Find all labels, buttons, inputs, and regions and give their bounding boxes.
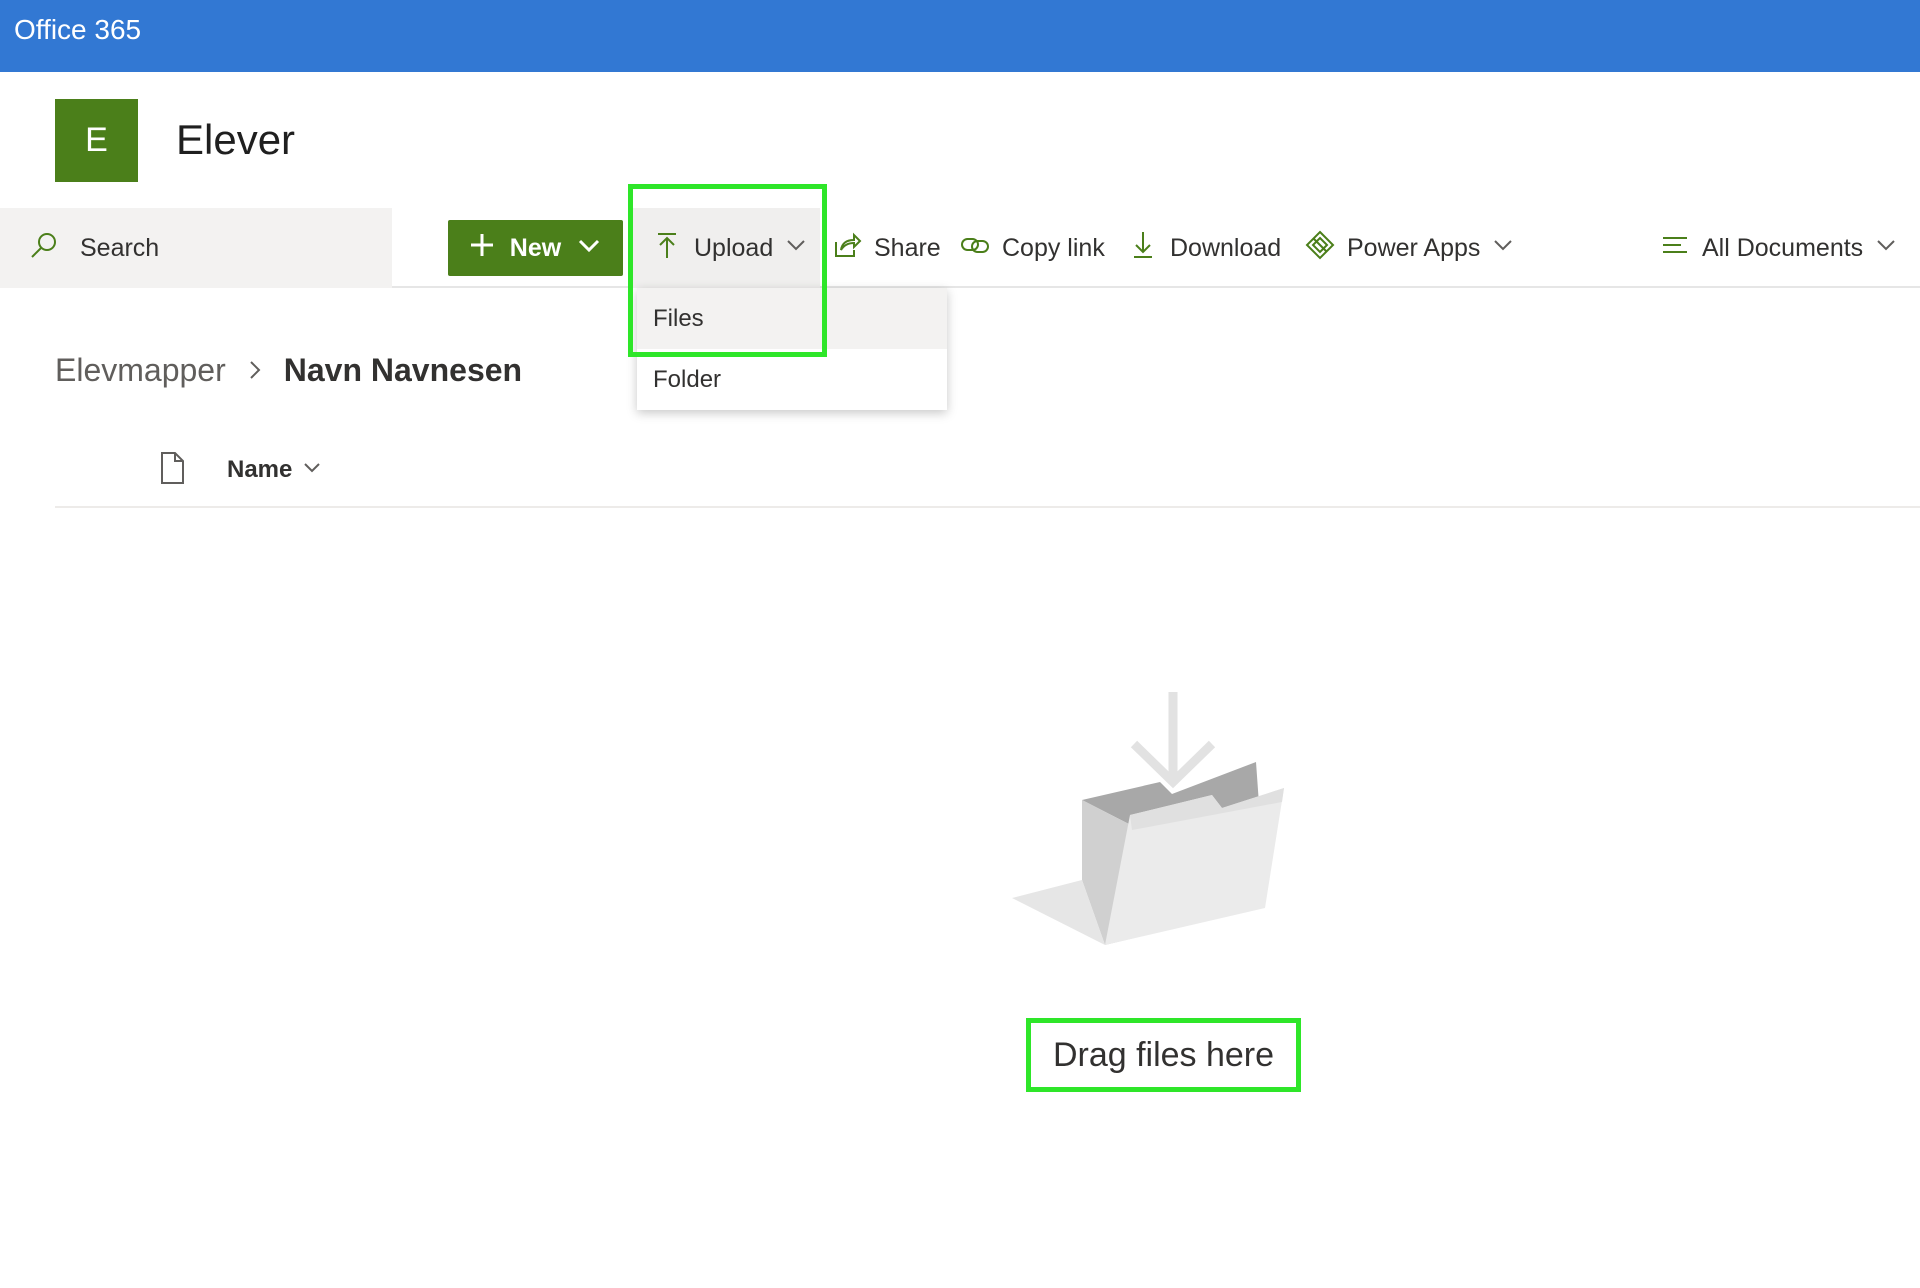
copy-link-button-label: Copy link	[1002, 233, 1105, 262]
chevron-down-icon	[302, 456, 322, 484]
chevron-down-icon	[1492, 234, 1514, 263]
empty-folder-illustration	[1010, 690, 1290, 950]
site-title[interactable]: Elever	[176, 116, 295, 164]
new-button-label: New	[509, 233, 562, 262]
upload-button-label: Upload	[694, 233, 774, 262]
share-button-label: Share	[874, 233, 941, 262]
breadcrumb-parent[interactable]: Elevmapper	[55, 352, 226, 389]
share-button[interactable]: Share	[832, 208, 941, 288]
power-apps-icon	[1305, 230, 1335, 267]
upload-menu-item-files[interactable]: Files	[637, 288, 947, 349]
chevron-right-icon	[244, 352, 266, 389]
plus-icon	[468, 231, 496, 266]
site-logo[interactable]: E	[55, 99, 138, 182]
link-icon	[960, 230, 990, 267]
name-column-header[interactable]: Name	[227, 456, 322, 484]
upload-menu: Files Folder	[637, 288, 947, 410]
download-button[interactable]: Download	[1128, 208, 1281, 288]
new-button[interactable]: New	[448, 220, 623, 276]
list-view-icon	[1660, 230, 1690, 267]
search-box[interactable]: Search	[0, 208, 392, 288]
download-icon	[1128, 230, 1158, 267]
breadcrumb: Elevmapper Navn Navnesen	[55, 352, 522, 389]
chevron-down-icon	[575, 231, 603, 266]
search-icon	[28, 230, 60, 267]
drag-files-hint: Drag files here	[1052, 1035, 1275, 1074]
search-placeholder: Search	[80, 233, 160, 262]
name-column-label: Name	[227, 456, 293, 483]
copy-link-button[interactable]: Copy link	[960, 208, 1105, 288]
view-selector-label: All Documents	[1702, 233, 1864, 262]
download-button-label: Download	[1170, 233, 1282, 262]
chevron-down-icon	[1875, 234, 1897, 263]
command-bar: Search New Upload Share Copy link Downlo…	[0, 208, 1920, 288]
chevron-down-icon	[785, 234, 807, 263]
breadcrumb-current: Navn Navnesen	[283, 352, 523, 388]
view-selector[interactable]: All Documents	[1660, 208, 1897, 288]
share-icon	[832, 230, 862, 267]
suite-bar: Office 365	[0, 0, 1920, 72]
upload-button[interactable]: Upload	[632, 208, 820, 288]
site-logo-letter: E	[85, 121, 108, 159]
list-column-header: Name	[55, 450, 1920, 508]
app-title[interactable]: Office 365	[14, 14, 141, 46]
power-apps-button-label: Power Apps	[1347, 233, 1481, 262]
upload-menu-item-folder[interactable]: Folder	[637, 349, 947, 410]
upload-icon	[652, 230, 682, 267]
power-apps-button[interactable]: Power Apps	[1305, 208, 1514, 288]
file-type-icon[interactable]	[157, 450, 187, 486]
